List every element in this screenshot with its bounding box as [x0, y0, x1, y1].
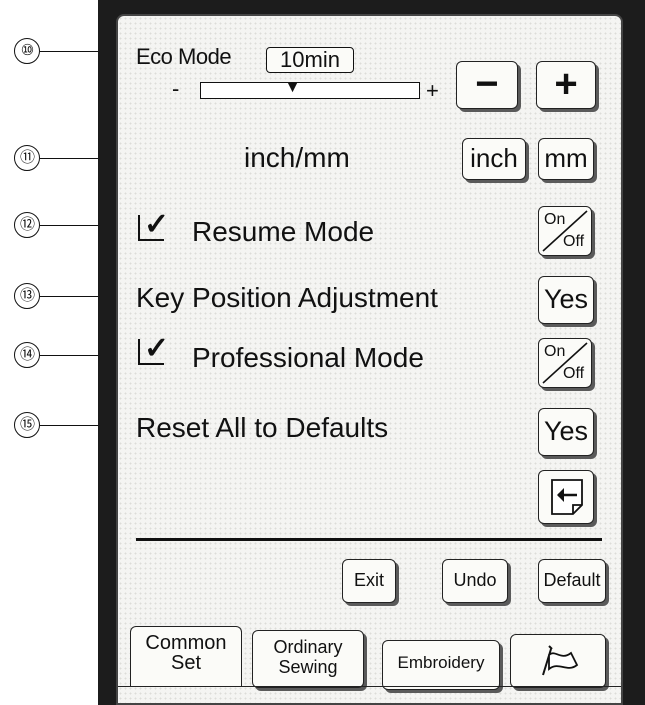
- toggle-on-label: On: [544, 343, 566, 360]
- settings-screen: Eco Mode 10min - ▼ + − + inch/mm inch mm…: [116, 14, 623, 705]
- eco-mode-value-box: 10min: [266, 47, 354, 73]
- callout-15: ⑮: [14, 412, 40, 438]
- footer-divider: [136, 538, 602, 541]
- slider-marker-icon[interactable]: ▼: [285, 80, 301, 96]
- checkmark-icon: ✓: [144, 332, 170, 365]
- save-file-icon: [551, 479, 583, 515]
- checkmark-icon: ✓: [144, 208, 170, 241]
- increase-button[interactable]: +: [536, 61, 596, 109]
- callout-11: ⑪: [14, 145, 40, 171]
- eco-mode-label: Eco Mode: [136, 44, 232, 69]
- toggle-on-label: On: [544, 211, 566, 228]
- tab-ordinary-sewing[interactable]: Ordinary Sewing: [252, 630, 364, 688]
- inch-button[interactable]: inch: [462, 138, 526, 180]
- resume-mode-checkbox[interactable]: ✓: [138, 208, 169, 241]
- callout-10: ⑩: [14, 38, 40, 64]
- tab-embroidery-label: Embroidery: [397, 653, 485, 672]
- key-position-yes-button[interactable]: Yes: [538, 276, 594, 324]
- tab-ordinary-sewing-line2: Sewing: [278, 657, 338, 677]
- toggle-off-label: Off: [563, 233, 585, 250]
- reset-defaults-yes-button[interactable]: Yes: [538, 408, 594, 456]
- tab-embroidery[interactable]: Embroidery: [382, 640, 500, 690]
- slider-plus-sign: +: [426, 78, 439, 103]
- toggle-off-label: Off: [563, 365, 585, 382]
- units-label: inch/mm: [244, 142, 350, 173]
- professional-mode-label: Professional Mode: [192, 342, 424, 373]
- slider-minus-sign: -: [172, 76, 180, 101]
- tab-baseline: [118, 686, 621, 687]
- professional-mode-toggle-button[interactable]: On Off: [538, 338, 592, 388]
- professional-mode-checkbox[interactable]: ✓: [138, 332, 169, 365]
- reset-defaults-label: Reset All to Defaults: [136, 412, 389, 443]
- tab-common-set-line1: Common: [145, 632, 227, 654]
- eco-mode-slider[interactable]: ▼: [200, 80, 420, 99]
- exit-button[interactable]: Exit: [342, 559, 396, 603]
- key-position-label: Key Position Adjustment: [136, 282, 438, 313]
- decrease-button[interactable]: −: [456, 61, 518, 109]
- tab-common-set-line2: Set: [170, 652, 202, 674]
- resume-mode-toggle-button[interactable]: On Off: [538, 206, 592, 256]
- resume-mode-label: Resume Mode: [192, 216, 375, 247]
- flag-icon: [542, 645, 579, 676]
- save-file-button[interactable]: [538, 470, 594, 524]
- callout-14: ⑭: [14, 342, 40, 368]
- tab-ordinary-sewing-line1: Ordinary: [273, 637, 343, 657]
- callout-12: ⑫: [14, 212, 40, 238]
- tab-common-set[interactable]: Common Set: [130, 626, 242, 686]
- mm-button[interactable]: mm: [538, 138, 594, 180]
- tab-language[interactable]: [510, 634, 606, 688]
- undo-button[interactable]: Undo: [442, 559, 508, 603]
- callout-13: ⑬: [14, 283, 40, 309]
- default-button[interactable]: Default: [538, 559, 606, 603]
